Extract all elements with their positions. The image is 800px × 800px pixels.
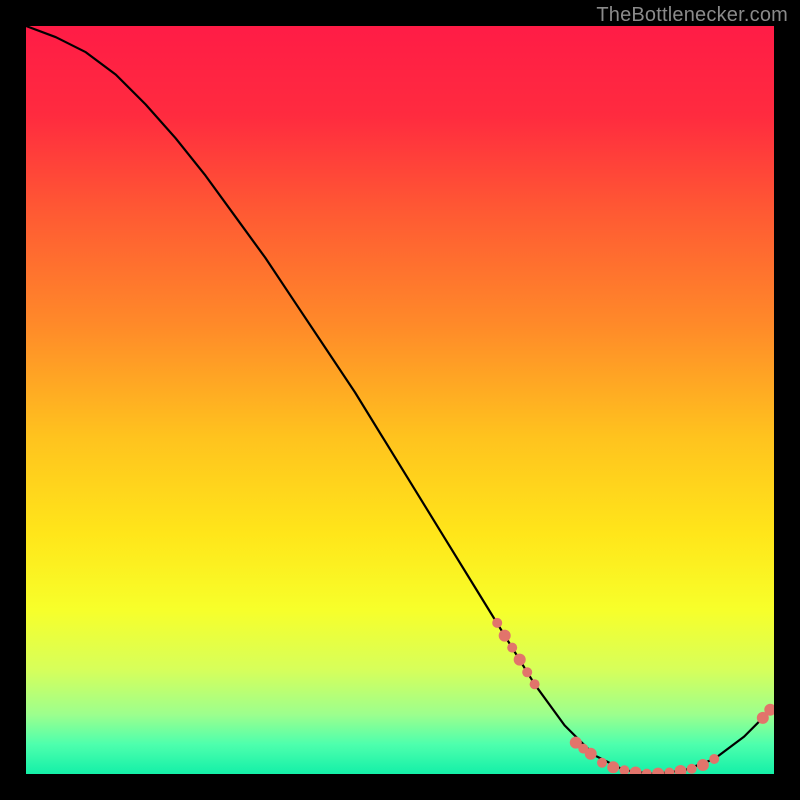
marker-dot bbox=[687, 764, 697, 774]
marker-dot bbox=[597, 758, 607, 768]
marker-dot bbox=[530, 679, 540, 689]
marker-dot bbox=[607, 761, 619, 773]
marker-dot bbox=[522, 667, 532, 677]
marker-dot bbox=[514, 654, 526, 666]
marker-dot bbox=[697, 759, 709, 771]
gradient-background bbox=[26, 26, 774, 774]
watermark-text: TheBottleneсker.com bbox=[596, 4, 788, 27]
bottleneck-chart bbox=[26, 26, 774, 774]
marker-dot bbox=[709, 754, 719, 764]
marker-dot bbox=[507, 643, 517, 653]
marker-dot bbox=[492, 618, 502, 628]
chart-frame: TheBottleneсker.com bbox=[0, 0, 800, 800]
marker-dot bbox=[585, 748, 597, 760]
marker-dot bbox=[499, 630, 511, 642]
